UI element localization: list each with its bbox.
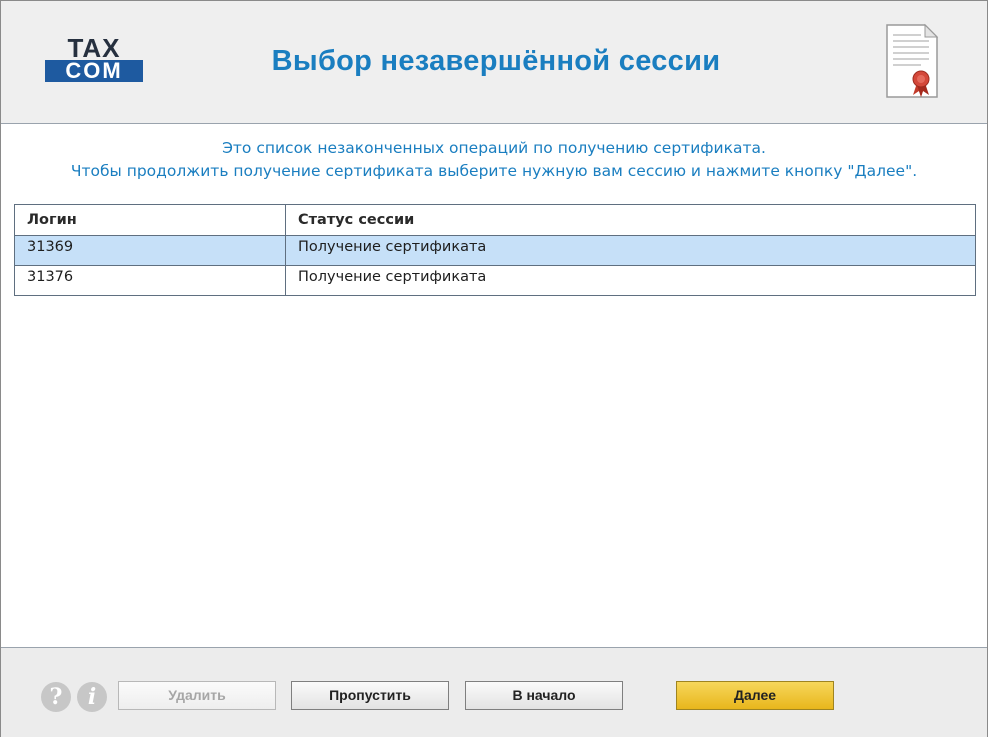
instruction-line-2: Чтобы продолжить получение сертификата в… — [70, 162, 918, 180]
login-cell: 31369 — [15, 236, 286, 265]
certificate-document-icon — [881, 23, 941, 101]
login-cell: 31376 — [15, 266, 286, 295]
info-icon[interactable]: i — [77, 682, 107, 712]
logo-text-bottom: COM — [45, 60, 143, 82]
column-header-login[interactable]: Логин — [15, 205, 286, 235]
taxcom-logo: TAX COM — [45, 33, 143, 83]
table-header-row: Логин Статус сессии — [15, 205, 975, 235]
page-title: Выбор незавершённой сессии — [271, 45, 721, 77]
logo-text-top: TAX — [67, 33, 121, 63]
next-button[interactable]: Далее — [676, 681, 834, 710]
delete-button[interactable]: Удалить — [118, 681, 276, 710]
back-to-start-button[interactable]: В начало — [465, 681, 623, 710]
help-icon[interactable]: ? — [41, 682, 71, 712]
instruction-text: Это список незаконченных операций по пол… — [1, 137, 987, 183]
session-selection-window: TAX COM Выбор незавершённой сессии Это с… — [0, 0, 988, 737]
skip-button[interactable]: Пропустить — [291, 681, 449, 710]
footer-button-bar: ? i Удалить Пропустить В начало Далее — [1, 647, 987, 737]
table-row[interactable]: 31369 Получение сертификата — [15, 235, 975, 265]
instruction-line-1: Это список незаконченных операций по пол… — [222, 139, 766, 157]
table-row[interactable]: 31376 Получение сертификата — [15, 265, 975, 295]
header: TAX COM Выбор незавершённой сессии — [1, 1, 987, 124]
status-cell: Получение сертификата — [298, 268, 487, 285]
sessions-table: Логин Статус сессии 31369 Получение серт… — [14, 204, 976, 296]
column-header-status[interactable]: Статус сессии — [286, 205, 975, 235]
status-cell: Получение сертификата — [298, 238, 487, 255]
